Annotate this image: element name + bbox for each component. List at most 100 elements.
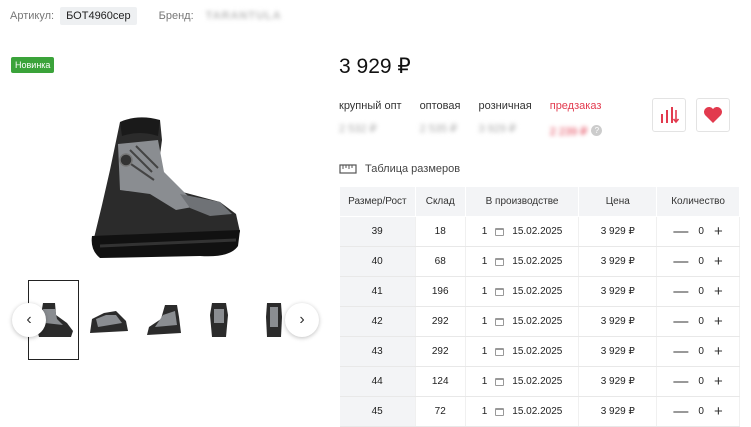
chevron-left-icon[interactable]: ‹ — [12, 303, 46, 337]
increase-button[interactable]: + — [714, 344, 723, 359]
quantity-cell: — 0 + — [656, 336, 740, 367]
quantity-cell: — 0 + — [656, 396, 740, 427]
calendar-icon — [495, 407, 505, 416]
price-level-value: 2 239 ₽ — [549, 126, 588, 138]
production-qty: 1 — [481, 316, 488, 327]
quantity-stepper: — 0 + — [657, 284, 739, 299]
size-cell: 39 — [339, 216, 416, 247]
size-table-label: Таблица размеров — [365, 163, 461, 175]
decrease-button[interactable]: — — [673, 344, 688, 359]
sizes-table: Размер/Рост Склад В производстве Цена Ко… — [339, 186, 740, 427]
quantity-cell: — 0 + — [656, 366, 740, 397]
thumbnail[interactable] — [83, 280, 134, 360]
ruler-icon — [339, 164, 357, 174]
production-date: 15.02.2025 — [512, 256, 563, 267]
increase-button[interactable]: + — [714, 284, 723, 299]
col-stock: Склад — [414, 186, 466, 217]
product-meta-bar: Артикул: БОТ4960сер Бренд: TARANTULA — [10, 6, 282, 26]
production-cell: 1 15.02.2025 — [465, 276, 580, 307]
price-cell: 3 929 ₽ — [578, 216, 658, 247]
production-qty: 1 — [481, 346, 488, 357]
quantity-stepper: — 0 + — [657, 254, 739, 269]
decrease-button[interactable]: — — [673, 254, 688, 269]
production-date: 15.02.2025 — [512, 376, 563, 387]
price-level-retail: розничная 3 929 ₽ — [478, 100, 531, 140]
decrease-button[interactable]: — — [673, 224, 688, 239]
table-row: 42 292 1 15.02.2025 3 929 ₽ — 0 + — [339, 306, 740, 337]
quantity-value[interactable]: 0 — [698, 286, 704, 297]
production-date: 15.02.2025 — [512, 286, 563, 297]
size-table-link[interactable]: Таблица размеров — [339, 163, 460, 175]
increase-button[interactable]: + — [714, 404, 723, 419]
table-row: 45 72 1 15.02.2025 3 929 ₽ — 0 + — [339, 396, 740, 427]
col-size: Размер/Рост — [339, 186, 416, 217]
col-price: Цена — [578, 186, 658, 217]
sku-value[interactable]: БОТ4960сер — [60, 7, 137, 25]
stock-cell: 292 — [415, 336, 466, 367]
table-row: 43 292 1 15.02.2025 3 929 ₽ — 0 + — [339, 336, 740, 367]
table-row: 44 124 1 15.02.2025 3 929 ₽ — 0 + — [339, 366, 740, 397]
production-cell: 1 15.02.2025 — [465, 396, 580, 427]
price-level-value: 2 535 ₽ — [419, 123, 458, 135]
quantity-value[interactable]: 0 — [698, 346, 704, 357]
stock-cell: 196 — [415, 276, 466, 307]
production-cell: 1 15.02.2025 — [465, 366, 580, 397]
quantity-cell: — 0 + — [656, 306, 740, 337]
thumbnail[interactable] — [138, 280, 189, 360]
price-level-title: крупный опт — [339, 100, 402, 112]
price-level-bulk: крупный опт 2 532 ₽ — [339, 100, 402, 140]
stock-cell: 72 — [415, 396, 466, 427]
increase-button[interactable]: + — [714, 224, 723, 239]
table-row: 41 196 1 15.02.2025 3 929 ₽ — 0 + — [339, 276, 740, 307]
price-cell: 3 929 ₽ — [578, 366, 658, 397]
production-qty: 1 — [481, 286, 488, 297]
calendar-icon — [495, 227, 505, 236]
calendar-icon — [495, 317, 505, 326]
thumbnail[interactable] — [193, 280, 244, 360]
col-production: В производстве — [464, 186, 580, 217]
help-icon[interactable]: ? — [591, 125, 603, 137]
compare-bars-icon — [661, 107, 679, 124]
decrease-button[interactable]: — — [673, 374, 688, 389]
production-cell: 1 15.02.2025 — [465, 246, 580, 277]
price-cell: 3 929 ₽ — [578, 246, 658, 277]
decrease-button[interactable]: — — [673, 404, 688, 419]
quantity-value[interactable]: 0 — [698, 226, 704, 237]
table-row: 40 68 1 15.02.2025 3 929 ₽ — 0 + — [339, 246, 740, 277]
compare-button[interactable] — [652, 98, 686, 132]
chevron-right-icon[interactable]: › — [285, 303, 319, 337]
increase-button[interactable]: + — [714, 254, 723, 269]
product-main-image[interactable] — [80, 110, 250, 270]
quantity-value[interactable]: 0 — [698, 376, 704, 387]
thumbnail-strip — [28, 280, 300, 362]
production-date: 15.02.2025 — [512, 346, 563, 357]
quantity-stepper: — 0 + — [657, 344, 739, 359]
favorite-button[interactable] — [696, 98, 730, 132]
price-level-value: 2 532 ₽ — [339, 123, 377, 135]
quantity-value[interactable]: 0 — [698, 316, 704, 327]
price-level-preorder: предзаказ 2 239 ₽? — [550, 100, 603, 140]
price-cell: 3 929 ₽ — [578, 306, 658, 337]
col-quantity: Количество — [656, 186, 740, 217]
table-row: 39 18 1 15.02.2025 3 929 ₽ — 0 + — [339, 216, 740, 247]
calendar-icon — [495, 347, 505, 356]
increase-button[interactable]: + — [714, 374, 723, 389]
production-date: 15.02.2025 — [512, 316, 563, 327]
quantity-value[interactable]: 0 — [698, 406, 704, 417]
table-header-row: Размер/Рост Склад В производстве Цена Ко… — [339, 186, 740, 217]
price-level-title: предзаказ — [549, 100, 602, 112]
stock-cell: 18 — [415, 216, 466, 247]
quantity-stepper: — 0 + — [657, 224, 739, 239]
decrease-button[interactable]: — — [673, 284, 688, 299]
price-cell: 3 929 ₽ — [578, 336, 658, 367]
production-qty: 1 — [481, 376, 488, 387]
production-date: 15.02.2025 — [512, 406, 563, 417]
size-cell: 45 — [339, 396, 416, 427]
increase-button[interactable]: + — [714, 314, 723, 329]
stock-cell: 292 — [415, 306, 466, 337]
quantity-stepper: — 0 + — [657, 404, 739, 419]
decrease-button[interactable]: — — [673, 314, 688, 329]
price-level-title: оптовая — [419, 100, 461, 112]
brand-value[interactable]: TARANTULA — [206, 10, 282, 22]
quantity-value[interactable]: 0 — [698, 256, 704, 267]
